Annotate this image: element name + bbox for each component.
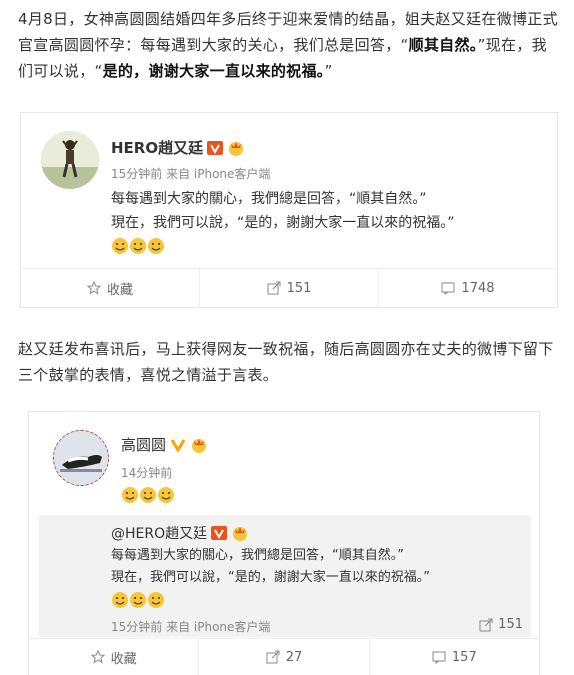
quoted-line-1: 每每遇到大家的關心，我們總是回答，“順其自然。” <box>111 548 404 563</box>
quoted-post[interactable]: @HERO趙又廷 每每遇到大家的關心，我們總是回答，“順其自然。” 現在，我們可… <box>39 515 531 637</box>
clap-emoji-icon <box>130 592 146 608</box>
repost-icon <box>479 618 493 631</box>
repost-count: 27 <box>285 649 303 665</box>
emoji-row <box>111 237 541 255</box>
comment-count: 157 <box>451 649 477 665</box>
collect-label: 收藏 <box>106 282 133 298</box>
comment-button[interactable]: 157 <box>368 639 539 675</box>
username[interactable]: 高圆圆 <box>121 434 166 455</box>
post-author[interactable]: 高圆圆 <box>121 434 208 455</box>
star-icon <box>86 281 101 295</box>
article-paragraph-2: 赵又廷发布喜讯后，马上获得网友一致祝福，随后高圆圆亦在丈夫的微博下留下三个鼓掌的… <box>18 340 554 384</box>
bold-quote-1: 顺其自然。 <box>408 36 478 54</box>
collect-button[interactable]: 收藏 <box>21 269 199 307</box>
quoted-repost-button[interactable]: 151 <box>479 617 523 632</box>
quoted-meta: 15分钟前 来自 iPhone客户端 <box>111 620 271 634</box>
post-meta: 15分钟前 来自 iPhone客户端 <box>111 167 271 181</box>
post-actions-bar: 收藏 27 157 <box>29 638 539 675</box>
vip-crown-icon <box>192 438 207 453</box>
clap-emoji-icon <box>158 487 174 503</box>
avatar[interactable] <box>41 131 99 189</box>
comment-button[interactable]: 1748 <box>378 269 557 307</box>
verified-badge-icon <box>207 140 224 155</box>
clap-emoji-icon <box>122 487 138 503</box>
clap-emoji-icon <box>148 238 164 254</box>
clap-emoji-icon <box>140 487 156 503</box>
paragraph-text: ” <box>324 62 333 80</box>
repost-count: 151 <box>286 280 312 296</box>
quoted-line-2: 現在，我們可以說，“是的，謝謝大家一直以來的祝福。” <box>111 570 430 585</box>
username[interactable]: @HERO趙又廷 <box>111 523 207 543</box>
avatar[interactable] <box>53 430 109 486</box>
verified-badge-icon <box>211 526 228 540</box>
repost-icon <box>267 281 281 295</box>
quoted-repost-count: 151 <box>498 617 523 632</box>
article-paragraph-1: 4月8日，女神高圆圆结婚四年多后终于迎来爱情的结晶，姐夫赵又廷在微博正式官宣高圆… <box>18 6 558 84</box>
weibo-reply-card: 高圆圆 14分钟前 @HERO趙又廷 每每遇到大家的關心，我們總是回答，“順其自… <box>28 411 540 675</box>
clap-emoji-icon <box>112 238 128 254</box>
weibo-post-card: HERO趙又廷 15分钟前 来自 iPhone客户端 每每遇到大家的關心，我們總… <box>20 112 558 308</box>
collect-button[interactable]: 收藏 <box>29 639 198 675</box>
repost-icon <box>266 650 280 664</box>
bold-quote-2: 是的，谢谢大家一直以来的祝福。 <box>102 62 325 80</box>
clap-emoji-icon <box>130 238 146 254</box>
post-line-1: 每每遇到大家的關心，我們總是回答，“順其自然。” <box>111 191 427 207</box>
vip-crown-icon <box>229 141 244 156</box>
quoted-author[interactable]: @HERO趙又廷 <box>111 523 249 543</box>
post-content: 每每遇到大家的關心，我們總是回答，“順其自然。” 現在，我們可以說，“是的，謝謝… <box>111 187 541 255</box>
post-line-2: 現在，我們可以說，“是的，謝謝大家一直以來的祝福。” <box>111 215 455 231</box>
clap-emoji-icon <box>148 592 164 608</box>
post-author[interactable]: HERO趙又廷 <box>111 137 245 158</box>
repost-button[interactable]: 27 <box>198 639 368 675</box>
vip-crown-icon <box>233 527 248 541</box>
quoted-content: 每每遇到大家的關心，我們總是回答，“順其自然。” 現在，我們可以說，“是的，謝謝… <box>111 545 511 609</box>
post-meta: 14分钟前 <box>121 466 173 480</box>
comment-count: 1748 <box>461 280 495 296</box>
comment-icon <box>432 651 446 664</box>
emoji-row <box>111 591 511 609</box>
collect-label: 收藏 <box>110 651 137 667</box>
emoji-row <box>121 486 175 504</box>
verified-v-icon <box>170 438 186 452</box>
clap-emoji-icon <box>112 592 128 608</box>
username[interactable]: HERO趙又廷 <box>111 137 203 158</box>
comment-icon <box>441 282 455 295</box>
star-icon <box>90 650 105 664</box>
repost-button[interactable]: 151 <box>199 269 378 307</box>
post-actions-bar: 收藏 151 1748 <box>21 268 557 307</box>
